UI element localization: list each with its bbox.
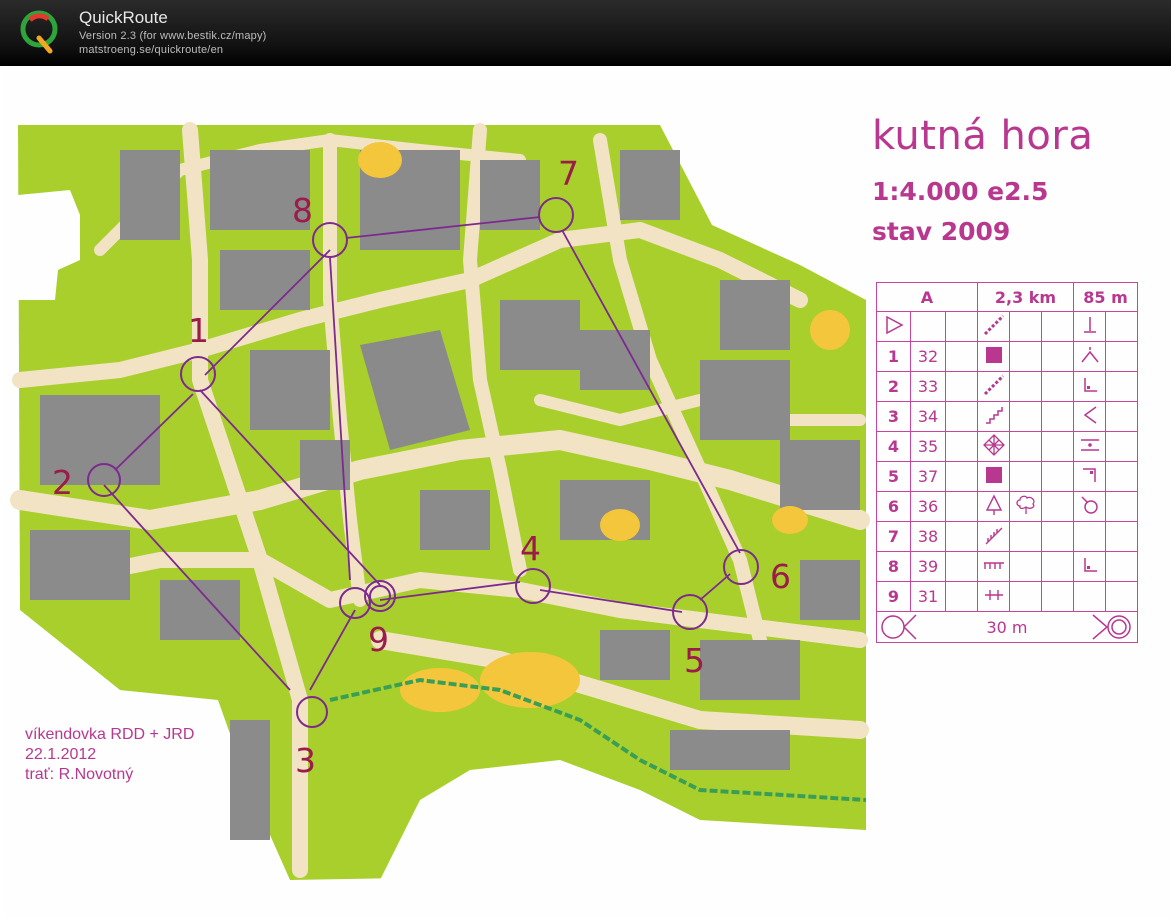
event-name: víkendovka RDD + JRD	[25, 726, 195, 743]
description-row-2: 2 33	[876, 371, 1138, 402]
course-name: A	[876, 282, 978, 312]
event-info: víkendovka RDD + JRD 22.1.2012 trať: R.N…	[25, 725, 194, 785]
description-row-5: 5 37	[876, 461, 1138, 492]
quickroute-logo-icon	[20, 10, 58, 54]
control-number-7: 7	[558, 154, 579, 193]
passage-icon	[977, 581, 1010, 612]
description-footer: 30 m	[876, 611, 1138, 643]
control-number-4: 4	[520, 529, 541, 568]
control-number-1: 1	[188, 311, 209, 350]
start-icon	[876, 311, 911, 342]
map-scale: 1:4.000 e2.5	[872, 177, 1049, 206]
description-row-8: 8 39	[876, 551, 1138, 582]
control-code: 36	[910, 491, 946, 522]
top-corner-icon	[1073, 341, 1106, 372]
control-number-2: 2	[52, 463, 73, 502]
top-right-corner-icon	[1073, 461, 1106, 492]
fence-icon	[977, 551, 1010, 582]
left-angle-icon	[1073, 401, 1106, 432]
stairs-step-icon	[977, 401, 1010, 432]
title-bar: QuickRoute Version 2.3 (for www.bestik.c…	[0, 0, 1171, 66]
app-url: matstroeng.se/quickroute/en	[79, 44, 224, 56]
description-row-6: 6 36	[876, 491, 1138, 522]
control-seq: 2	[876, 371, 911, 402]
control-code: 31	[910, 581, 946, 612]
control-code: 35	[910, 431, 946, 462]
stairs-diagonal-icon	[977, 371, 1010, 402]
start-to-finish-icon	[881, 614, 917, 640]
control-code: 38	[910, 521, 946, 552]
app-name: QuickRoute	[79, 8, 168, 27]
control-seq: 9	[876, 581, 911, 612]
control-code: 32	[910, 341, 946, 372]
conifer-tree-icon	[977, 491, 1010, 522]
crosshatch-icon	[977, 431, 1010, 462]
footer-distance: 30 m	[986, 617, 1028, 637]
control-seq: 4	[876, 431, 911, 462]
stairs-diagonal-icon	[977, 311, 1010, 342]
control-number-5: 5	[684, 641, 705, 680]
description-header: A 2,3 km 85 m	[876, 282, 1138, 312]
control-code: 39	[910, 551, 946, 582]
control-number-8: 8	[292, 191, 313, 230]
building-square-icon	[977, 461, 1010, 492]
description-row-9: 9 31	[876, 581, 1138, 612]
course-climb: 85 m	[1073, 282, 1138, 312]
corner-bottom-icon	[1073, 551, 1106, 582]
circle-part-icon	[1073, 491, 1106, 522]
finish-icon	[1092, 614, 1131, 640]
map-status: stav 2009	[872, 217, 1011, 246]
control-number-9: 9	[368, 620, 389, 659]
building-square-icon	[977, 341, 1010, 372]
control-number-3: 3	[295, 741, 316, 780]
control-number-6: 6	[770, 557, 791, 596]
course-setter: trať: R.Novotný	[25, 766, 134, 783]
control-code: 37	[910, 461, 946, 492]
control-code: 34	[910, 401, 946, 432]
ramp-icon	[977, 521, 1010, 552]
control-description-sheet: A 2,3 km 85 m 1 32 2 33 3 34 4 35 5 37 6…	[876, 282, 1138, 643]
map-viewer[interactable]: 1 2 3 4 5 6 7 8 9 kutná hora 1:4.000 e2.…	[4, 66, 1171, 917]
event-date: 22.1.2012	[25, 746, 97, 763]
description-row-start	[876, 311, 1138, 342]
foot-bottom-icon	[1073, 311, 1106, 342]
map-title: kutná hora	[872, 113, 1094, 159]
description-row-7: 7 38	[876, 521, 1138, 552]
control-seq: 3	[876, 401, 911, 432]
bottom-left-corner-icon	[1073, 371, 1106, 402]
app-version: Version 2.3 (for www.bestik.cz/mapy)	[79, 30, 267, 42]
middle-icon	[1073, 431, 1106, 462]
description-row-1: 1 32	[876, 341, 1138, 372]
control-seq: 7	[876, 521, 911, 552]
control-seq: 8	[876, 551, 911, 582]
control-code: 33	[910, 371, 946, 402]
description-row-4: 4 35	[876, 431, 1138, 462]
deciduous-tree-icon	[1009, 491, 1042, 522]
description-row-3: 3 34	[876, 401, 1138, 432]
course-length: 2,3 km	[977, 282, 1074, 312]
control-seq: 6	[876, 491, 911, 522]
control-seq: 1	[876, 341, 911, 372]
control-seq: 5	[876, 461, 911, 492]
